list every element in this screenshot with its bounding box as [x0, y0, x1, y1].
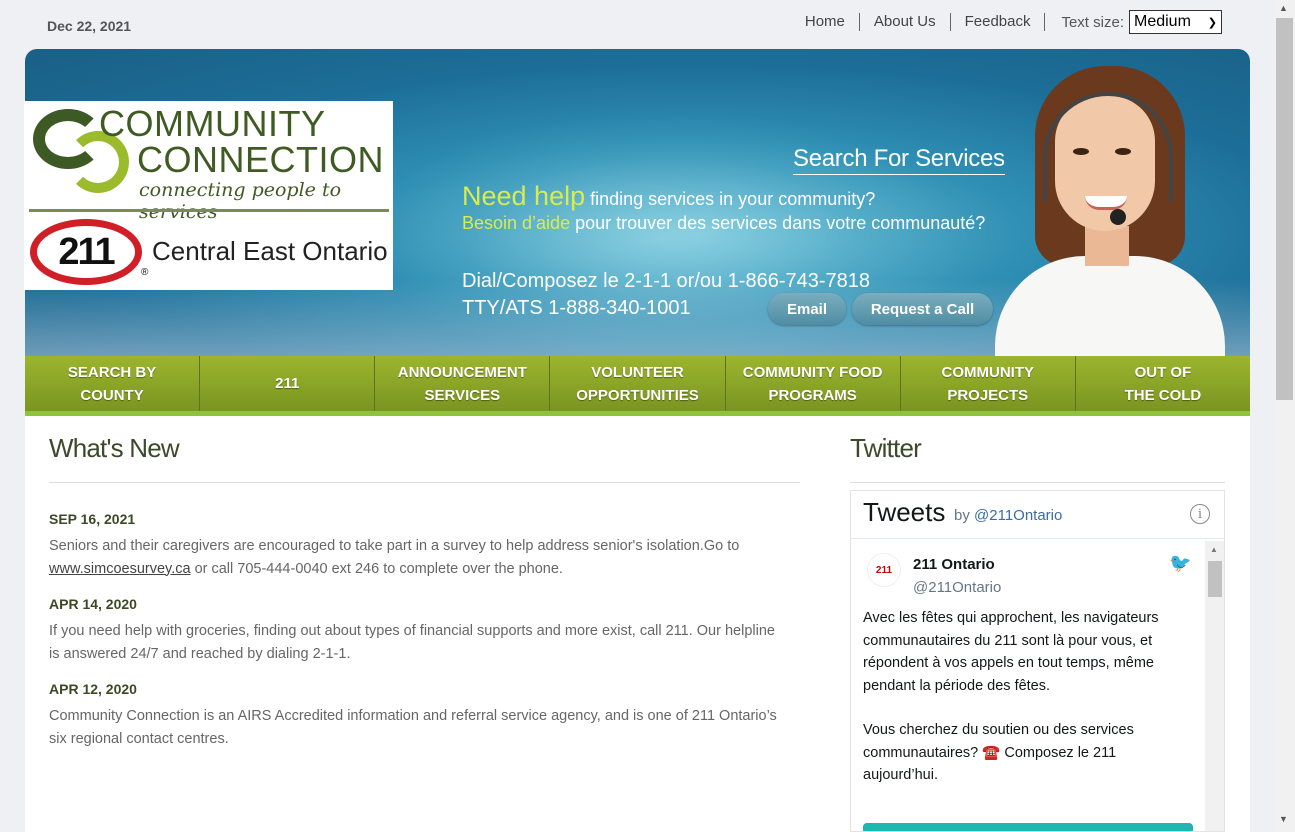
nav-label: 211	[275, 375, 300, 392]
headset-mic-icon	[1110, 209, 1126, 225]
news-date: SEP 16, 2021	[49, 511, 136, 527]
nav-out-of-the-cold[interactable]: OUT OF THE COLD	[1076, 356, 1250, 411]
nav-211[interactable]: 211	[200, 356, 376, 411]
chevron-down-icon: ❯	[1207, 16, 1217, 29]
email-button[interactable]: Email	[768, 293, 846, 325]
twitter-timeline-widget[interactable]: Tweets by @211Ontario i 211 211 Ontario …	[850, 490, 1225, 832]
nav-community-projects[interactable]: COMMUNITY PROJECTS	[901, 356, 1076, 411]
need-help-text: finding services in your community?	[585, 189, 876, 209]
widget-header: Tweets by @211Ontario i	[851, 491, 1224, 539]
divider	[49, 482, 800, 483]
logo-region: Central East Ontario	[152, 236, 388, 266]
community-connection-logo: COMMUNITY CONNECTION connecting people t…	[29, 103, 389, 223]
news-item: APR 14, 2020 If you need help with groce…	[49, 596, 789, 665]
nav-label: VOLUNTEER	[591, 363, 684, 381]
news-text-part: Seniors and their caregivers are encoura…	[49, 538, 740, 554]
text-size-label: Text size:	[1061, 13, 1124, 31]
news-text: Community Connection is an AIRS Accredit…	[49, 708, 777, 747]
survey-link[interactable]: www.simcoesurvey.ca	[49, 561, 191, 577]
logo-word-connection: CONNECTION	[137, 139, 384, 180]
divider	[850, 482, 1225, 483]
nav-label: OPPORTUNITIES	[576, 386, 699, 404]
text-size-select[interactable]: Medium ❯	[1129, 10, 1222, 34]
logo-divider	[29, 209, 389, 212]
nav-label: COMMUNITY FOOD	[742, 363, 883, 381]
agent-shirt	[995, 256, 1225, 366]
dial-number: Dial/Composez le 2-1-1 or/ou 1-866-743-7…	[462, 270, 871, 292]
page-scrollbar[interactable]: ▲ ▼	[1274, 0, 1295, 832]
news-text-part: or call 705-444-0040 ext 246 to complete…	[190, 560, 563, 577]
load-more-button[interactable]	[863, 823, 1193, 831]
top-navigation: Home About Us Feedback Text size: Medium…	[791, 10, 1222, 34]
nav-label: PROJECTS	[947, 386, 1029, 404]
news-date: APR 14, 2020	[49, 596, 137, 612]
tweet-paragraph: Avec les fêtes qui approchent, les navig…	[863, 610, 1159, 694]
nav-label: SERVICES	[424, 386, 501, 404]
whats-new-heading: What's New	[49, 433, 180, 463]
agent-neck	[1085, 226, 1129, 266]
tty-number: TTY/ATS 1-888-340-1001	[462, 297, 691, 319]
current-date: Dec 22, 2021	[47, 18, 132, 34]
widget-title: Tweets	[863, 497, 946, 527]
avatar[interactable]: 211	[867, 553, 901, 587]
nav-label: PROGRAMS	[768, 386, 857, 404]
scroll-up-icon[interactable]: ▲	[1210, 545, 1218, 554]
nav-label: SEARCH BY	[67, 363, 157, 381]
text-size-value: Medium	[1134, 13, 1191, 30]
twitter-bird-icon[interactable]: 🐦	[1169, 553, 1191, 574]
nav-search-by-county[interactable]: SEARCH BY COUNTY	[25, 356, 201, 411]
nav-label: THE COLD	[1124, 386, 1202, 404]
tweet-author-name[interactable]: 211 Ontario	[913, 556, 995, 573]
nav-community-food-programs[interactable]: COMMUNITY FOOD PROGRAMS	[726, 356, 901, 411]
main-navigation: SEARCH BY COUNTY 211 ANNOUNCEMENT SERVICES…	[25, 356, 1250, 416]
scroll-up-icon[interactable]: ▲	[1279, 3, 1288, 13]
by-handle-link[interactable]: @211Ontario	[974, 507, 1062, 524]
nav-label: COUNTY	[80, 386, 144, 404]
news-item: SEP 16, 2021 Seniors and their caregiver…	[49, 511, 789, 580]
nav-volunteer-opportunities[interactable]: VOLUNTEER OPPORTUNITIES	[550, 356, 726, 411]
scroll-down-icon[interactable]: ▼	[1279, 814, 1288, 824]
nav-home-link[interactable]: Home	[791, 13, 860, 31]
news-text: Seniors and their caregivers are encoura…	[49, 535, 789, 580]
tweet-paragraph: Vous cherchez du soutien ou des services…	[863, 722, 1134, 783]
nav-label: OUT OF	[1134, 363, 1192, 381]
211-badge: 211	[30, 219, 142, 285]
tweet-spacer	[863, 697, 1163, 719]
need-help-line: Need help finding services in your commu…	[462, 181, 875, 212]
besoin-text: pour trouver des services dans votre com…	[570, 213, 986, 233]
nav-label: ANNOUNCEMENT	[397, 363, 527, 381]
news-date: APR 12, 2020	[49, 681, 137, 697]
info-icon[interactable]: i	[1190, 504, 1210, 524]
nav-feedback-link[interactable]: Feedback	[951, 13, 1046, 31]
tweet-author-handle[interactable]: @211Ontario	[913, 579, 1001, 596]
news-item: APR 12, 2020 Community Connection is an …	[49, 681, 789, 750]
by-label: by	[954, 507, 975, 524]
news-text: If you need help with groceries, finding…	[49, 623, 775, 662]
besoin-aide-line: Besoin d’aide pour trouver des services …	[462, 213, 985, 234]
nav-label: COMMUNITY	[941, 363, 1035, 381]
nav-announcement-services[interactable]: ANNOUNCEMENT SERVICES	[375, 356, 551, 411]
registered-mark: ®	[141, 267, 149, 278]
widget-by: by @211Ontario	[954, 507, 1062, 524]
widget-scrollbar[interactable]: ▲	[1205, 541, 1224, 831]
need-help-highlight: Need help	[462, 181, 586, 211]
logo-tagline: connecting people to services	[139, 179, 342, 223]
site-logo[interactable]: COMMUNITY CONNECTION connecting people t…	[24, 101, 393, 290]
scroll-thumb[interactable]	[1276, 18, 1293, 400]
call-agent-image	[985, 66, 1225, 366]
request-call-button[interactable]: Request a Call	[852, 293, 993, 325]
search-for-services-link[interactable]: Search For Services	[793, 145, 1005, 175]
tweet-body: Avec les fêtes qui approchent, les navig…	[863, 607, 1163, 787]
twitter-heading: Twitter	[850, 433, 922, 463]
scroll-thumb[interactable]	[1208, 561, 1222, 597]
besoin-highlight: Besoin d’aide	[462, 213, 571, 233]
nav-about-link[interactable]: About Us	[860, 13, 951, 31]
